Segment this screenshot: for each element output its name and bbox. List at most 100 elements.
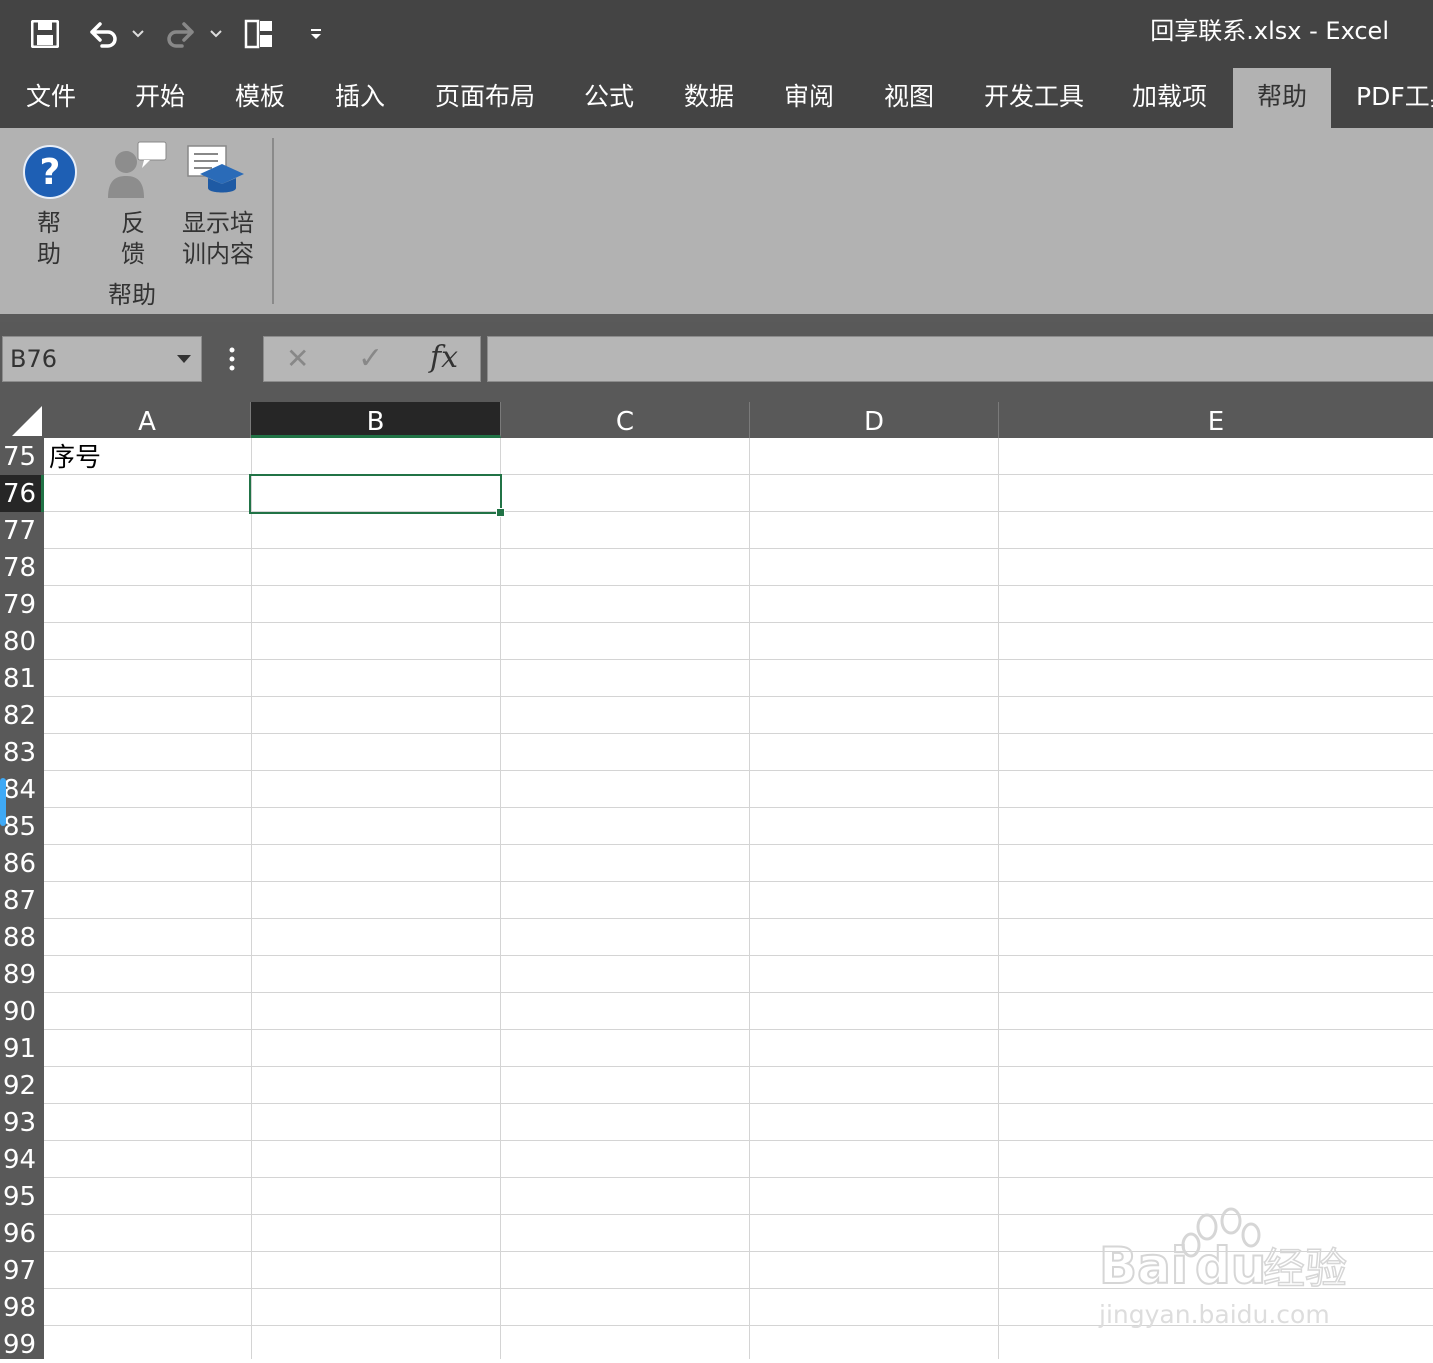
training-button-label-1: 显示培	[182, 209, 254, 237]
feedback-button[interactable]: 反 馈	[96, 136, 172, 276]
tab-formulas[interactable]: 公式	[584, 68, 634, 128]
name-box[interactable]: B76	[2, 336, 202, 382]
tab-home[interactable]: 开始	[135, 68, 185, 128]
layout-icon[interactable]	[240, 14, 278, 54]
gridline	[44, 1140, 1433, 1141]
tab-help[interactable]: 帮助	[1233, 68, 1332, 128]
row-header-79[interactable]: 79	[0, 586, 44, 623]
row-header-96[interactable]: 96	[0, 1215, 44, 1252]
tab-data[interactable]: 数据	[684, 68, 734, 128]
svg-text:du: du	[1195, 1237, 1266, 1295]
row-headers: 75 76 77 78 79 80 81 82 83 84 85 86 87 8…	[0, 438, 44, 1360]
cancel-icon[interactable]: ✕	[286, 343, 309, 375]
formula-input[interactable]	[487, 336, 1433, 382]
tab-addins[interactable]: 加载项	[1132, 68, 1207, 128]
column-header-d[interactable]: D	[750, 402, 999, 438]
gridline	[44, 585, 1433, 586]
window-title: 回享联系.xlsx - Excel	[1150, 17, 1389, 45]
row-header-89[interactable]: 89	[0, 956, 44, 993]
gridline	[44, 1029, 1433, 1030]
row-header-90[interactable]: 90	[0, 993, 44, 1030]
row-header-91[interactable]: 91	[0, 1030, 44, 1067]
svg-text:经验: 经验	[1263, 1244, 1347, 1293]
active-cell-b76[interactable]	[249, 474, 502, 514]
ribbon-group-separator	[272, 138, 274, 304]
row-header-85[interactable]: 85	[0, 808, 44, 845]
gridline	[44, 807, 1433, 808]
column-header-b[interactable]: B	[251, 402, 501, 438]
tab-pdf-tools[interactable]: PDF工具	[1356, 68, 1433, 128]
row-header-80[interactable]: 80	[0, 623, 44, 660]
touch-scroll-indicator[interactable]	[0, 778, 6, 826]
column-header-c[interactable]: C	[501, 402, 750, 438]
more-options-icon[interactable]	[229, 346, 235, 372]
tab-developer[interactable]: 开发工具	[984, 68, 1084, 128]
feedback-icon	[102, 140, 168, 204]
gridline	[44, 696, 1433, 697]
row-header-83[interactable]: 83	[0, 734, 44, 771]
row-header-86[interactable]: 86	[0, 845, 44, 882]
undo-dropdown-icon[interactable]	[128, 14, 148, 54]
tab-template[interactable]: 模板	[235, 68, 285, 128]
row-header-92[interactable]: 92	[0, 1067, 44, 1104]
gridline	[998, 438, 999, 1359]
ribbon-panel: ? 帮 助 反 馈 显示培 训内容 帮助	[0, 128, 1433, 314]
row-header-75[interactable]: 75	[0, 438, 44, 475]
row-header-76[interactable]: 76	[0, 475, 44, 512]
gridline	[44, 548, 1433, 549]
row-header-87[interactable]: 87	[0, 882, 44, 919]
tab-view[interactable]: 视图	[884, 68, 934, 128]
row-header-82[interactable]: 82	[0, 697, 44, 734]
undo-icon[interactable]	[86, 14, 120, 54]
row-header-84[interactable]: 84	[0, 771, 44, 808]
row-header-95[interactable]: 95	[0, 1178, 44, 1215]
name-box-value: B76	[10, 345, 58, 373]
tab-file[interactable]: 文件	[26, 68, 76, 128]
baidu-jingyan-watermark: Bai du 经验 jingyan.baidu.com	[1095, 1205, 1365, 1335]
help-button-label-2: 助	[37, 240, 61, 268]
training-button[interactable]: 显示培 训内容	[176, 136, 260, 276]
row-header-93[interactable]: 93	[0, 1104, 44, 1141]
tab-review[interactable]: 审阅	[784, 68, 834, 128]
row-header-77[interactable]: 77	[0, 512, 44, 549]
gridline	[44, 1177, 1433, 1178]
gridline	[44, 733, 1433, 734]
gridline	[500, 438, 501, 1359]
row-header-78[interactable]: 78	[0, 549, 44, 586]
help-icon: ?	[22, 144, 78, 204]
gridline	[44, 770, 1433, 771]
chevron-down-icon[interactable]	[177, 355, 191, 363]
save-icon[interactable]	[26, 14, 64, 54]
cell-a75[interactable]: 序号	[49, 440, 101, 477]
column-header-e[interactable]: E	[999, 402, 1433, 438]
training-button-label-2: 训内容	[182, 240, 254, 268]
insert-function-button[interactable]: fx	[430, 341, 458, 375]
gridline	[749, 438, 750, 1359]
customize-icon[interactable]	[304, 14, 328, 54]
training-icon	[186, 144, 248, 204]
fill-handle[interactable]	[496, 508, 505, 517]
formula-buttons: ✕ ✓ fx	[263, 336, 481, 382]
help-button[interactable]: ? 帮 助	[8, 136, 92, 276]
tab-insert[interactable]: 插入	[335, 68, 385, 128]
gridline	[44, 1066, 1433, 1067]
help-button-label-1: 帮	[37, 209, 61, 237]
column-header-a[interactable]: A	[44, 402, 251, 438]
row-header-97[interactable]: 97	[0, 1252, 44, 1289]
gridline	[251, 438, 252, 1359]
enter-icon[interactable]: ✓	[358, 343, 383, 375]
title-bar: 回享联系.xlsx - Excel	[0, 0, 1433, 68]
row-header-98[interactable]: 98	[0, 1289, 44, 1326]
gridline	[44, 622, 1433, 623]
select-all-button[interactable]	[0, 402, 44, 438]
row-header-99[interactable]: 99	[0, 1326, 44, 1363]
row-header-88[interactable]: 88	[0, 919, 44, 956]
gridline	[44, 1103, 1433, 1104]
row-header-94[interactable]: 94	[0, 1141, 44, 1178]
redo-icon[interactable]	[164, 14, 198, 54]
row-header-81[interactable]: 81	[0, 660, 44, 697]
tab-page-layout[interactable]: 页面布局	[435, 68, 535, 128]
redo-dropdown-icon[interactable]	[206, 14, 226, 54]
ribbon-group-label: 帮助	[108, 281, 156, 309]
svg-text:jingyan.baidu.com: jingyan.baidu.com	[1098, 1300, 1330, 1329]
